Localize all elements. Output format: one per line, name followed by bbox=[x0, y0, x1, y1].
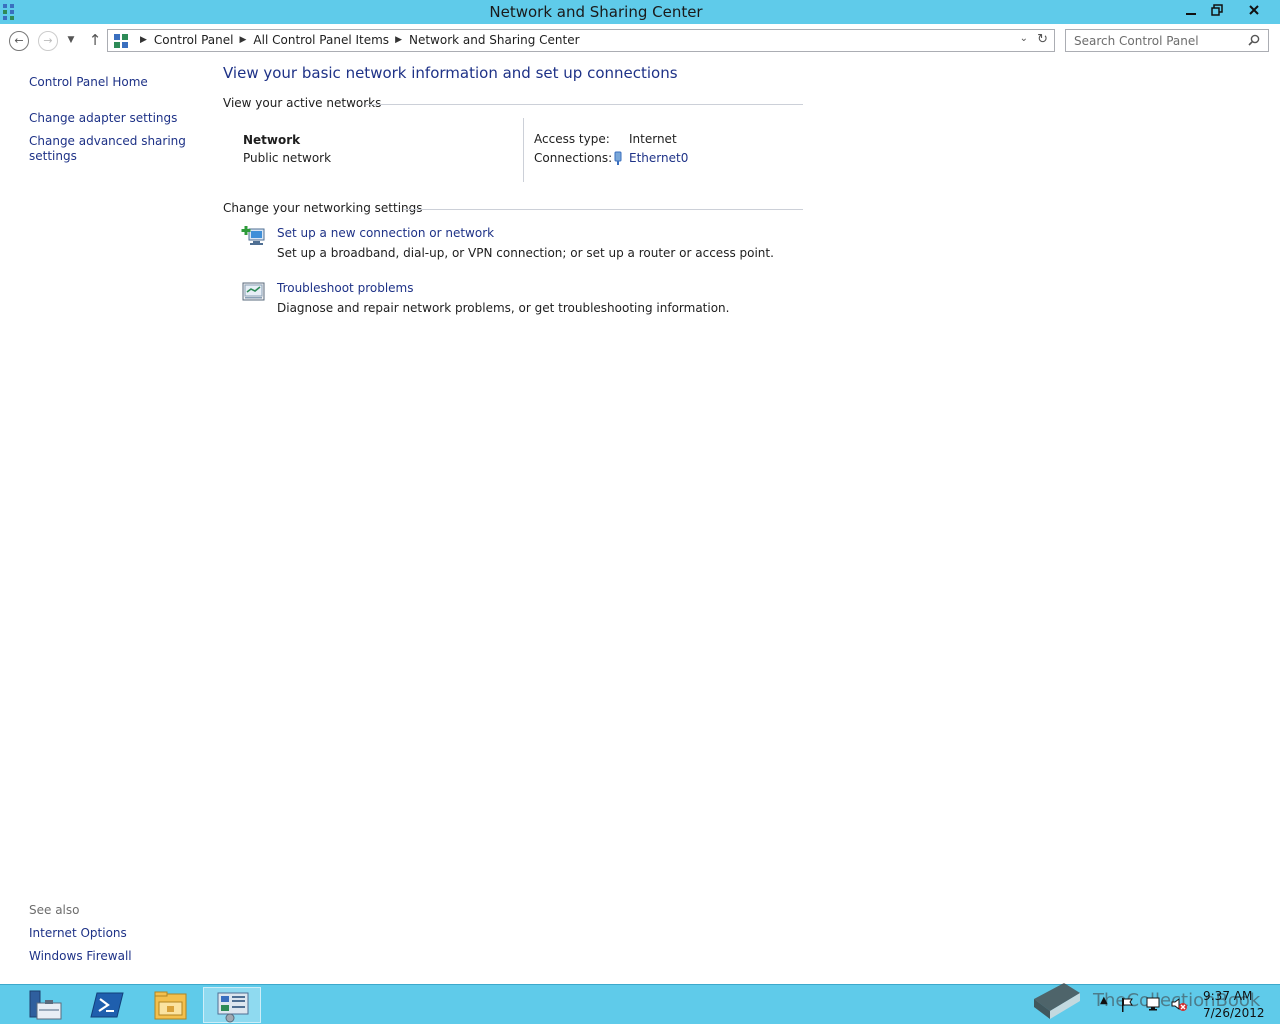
section-divider bbox=[403, 209, 803, 210]
forward-button[interactable]: → bbox=[38, 31, 58, 51]
network-tray-icon[interactable] bbox=[1145, 996, 1163, 1012]
search-input[interactable] bbox=[1066, 30, 1244, 51]
page-title: View your basic network information and … bbox=[223, 64, 678, 82]
navigation-bar: ← → ▼ ↑ ▶ Control Panel ▶ All Control Panel… bbox=[0, 24, 1280, 58]
see-also-label: See also bbox=[29, 903, 80, 917]
volume-muted-icon[interactable] bbox=[1170, 996, 1188, 1012]
close-icon bbox=[1249, 5, 1259, 15]
active-networks-heading: View your active networks bbox=[223, 96, 803, 110]
see-also-windows-firewall[interactable]: Windows Firewall bbox=[29, 949, 132, 964]
minimize-icon bbox=[1186, 13, 1196, 15]
sidebar-item-change-adapter-settings[interactable]: Change adapter settings bbox=[29, 111, 177, 126]
sidebar-item-change-advanced-sharing[interactable]: Change advanced sharing settings bbox=[29, 134, 189, 164]
sidebar-item-control-panel-home[interactable]: Control Panel Home bbox=[29, 75, 148, 90]
clock-time[interactable]: 9:37 AM bbox=[1203, 989, 1252, 1003]
taskbar-server-manager[interactable] bbox=[15, 987, 73, 1023]
taskbar-control-panel[interactable] bbox=[203, 987, 261, 1023]
chevron-down-icon: ▼ bbox=[67, 35, 75, 45]
troubleshoot-link[interactable]: Troubleshoot problems bbox=[277, 281, 413, 295]
ethernet-connection-link[interactable]: Ethernet0 bbox=[629, 151, 688, 165]
up-button[interactable]: ↑ bbox=[85, 31, 105, 51]
action-center-flag-icon[interactable] bbox=[1120, 997, 1134, 1013]
breadcrumb: ▶ Control Panel ▶ All Control Panel Items ▶ N… bbox=[134, 33, 580, 47]
file-explorer-icon bbox=[154, 991, 187, 1020]
breadcrumb-separator-icon[interactable]: ▶ bbox=[240, 35, 247, 45]
title-bar: Network and Sharing Center bbox=[0, 0, 1280, 24]
tray-show-hidden-icon[interactable]: ▲ bbox=[1100, 995, 1108, 1006]
active-networks-heading-text: View your active networks bbox=[223, 96, 382, 110]
search-box[interactable] bbox=[1065, 29, 1269, 52]
access-type-value: Internet bbox=[629, 132, 677, 146]
arrow-left-icon: ← bbox=[14, 34, 24, 47]
restore-icon bbox=[1211, 4, 1223, 16]
troubleshoot-icon bbox=[242, 282, 265, 301]
access-type-label: Access type: bbox=[534, 132, 610, 146]
server-manager-icon bbox=[29, 990, 62, 1020]
ethernet-icon bbox=[614, 151, 622, 165]
search-icon[interactable] bbox=[1248, 34, 1260, 46]
minimize-button[interactable] bbox=[1178, 0, 1204, 22]
breadcrumb-separator-icon[interactable]: ▶ bbox=[140, 35, 147, 45]
connections-label: Connections: bbox=[534, 151, 613, 165]
recent-locations-button[interactable]: ▼ bbox=[63, 31, 79, 51]
network-type: Public network bbox=[243, 151, 332, 165]
change-settings-heading: Change your networking settings bbox=[223, 201, 803, 215]
setup-connection-link[interactable]: Set up a new connection or network bbox=[277, 226, 494, 240]
powershell-icon bbox=[90, 992, 124, 1018]
vertical-divider bbox=[523, 118, 524, 182]
breadcrumb-control-panel[interactable]: Control Panel bbox=[154, 33, 234, 47]
taskbar-powershell[interactable] bbox=[78, 987, 136, 1023]
breadcrumb-all-items[interactable]: All Control Panel Items bbox=[253, 33, 389, 47]
breadcrumb-network-sharing-center[interactable]: Network and Sharing Center bbox=[409, 33, 580, 47]
refresh-icon[interactable]: ↻ bbox=[1037, 32, 1048, 47]
restore-button[interactable] bbox=[1204, 0, 1230, 22]
taskbar: TheCollectionBook ▲ 9:37 AM 7/26/2012 bbox=[0, 983, 1280, 1024]
new-connection-icon bbox=[241, 226, 265, 245]
network-name: Network bbox=[243, 133, 301, 147]
window-title: Network and Sharing Center bbox=[489, 3, 703, 21]
troubleshoot-description: Diagnose and repair network problems, or… bbox=[277, 301, 730, 315]
address-bar[interactable]: ▶ Control Panel ▶ All Control Panel Items ▶ N… bbox=[107, 29, 1055, 52]
arrow-right-icon: → bbox=[43, 34, 53, 47]
control-panel-icon bbox=[217, 992, 249, 1023]
control-panel-icon bbox=[114, 34, 128, 48]
section-divider bbox=[366, 104, 803, 105]
taskbar-file-explorer[interactable] bbox=[141, 987, 199, 1023]
left-pane: Control Panel Home Change adapter settin… bbox=[0, 58, 205, 984]
change-settings-heading-text: Change your networking settings bbox=[223, 201, 423, 215]
arrow-up-icon: ↑ bbox=[88, 31, 102, 49]
address-dropdown-icon[interactable]: ⌄ bbox=[1020, 33, 1028, 44]
book-icon bbox=[1034, 983, 1080, 1019]
see-also-internet-options[interactable]: Internet Options bbox=[29, 926, 127, 941]
close-button[interactable] bbox=[1230, 0, 1278, 22]
clock-date[interactable]: 7/26/2012 bbox=[1203, 1006, 1265, 1020]
back-button[interactable]: ← bbox=[9, 31, 29, 51]
setup-connection-description: Set up a broadband, dial-up, or VPN conn… bbox=[277, 246, 774, 260]
breadcrumb-separator-icon[interactable]: ▶ bbox=[395, 35, 402, 45]
